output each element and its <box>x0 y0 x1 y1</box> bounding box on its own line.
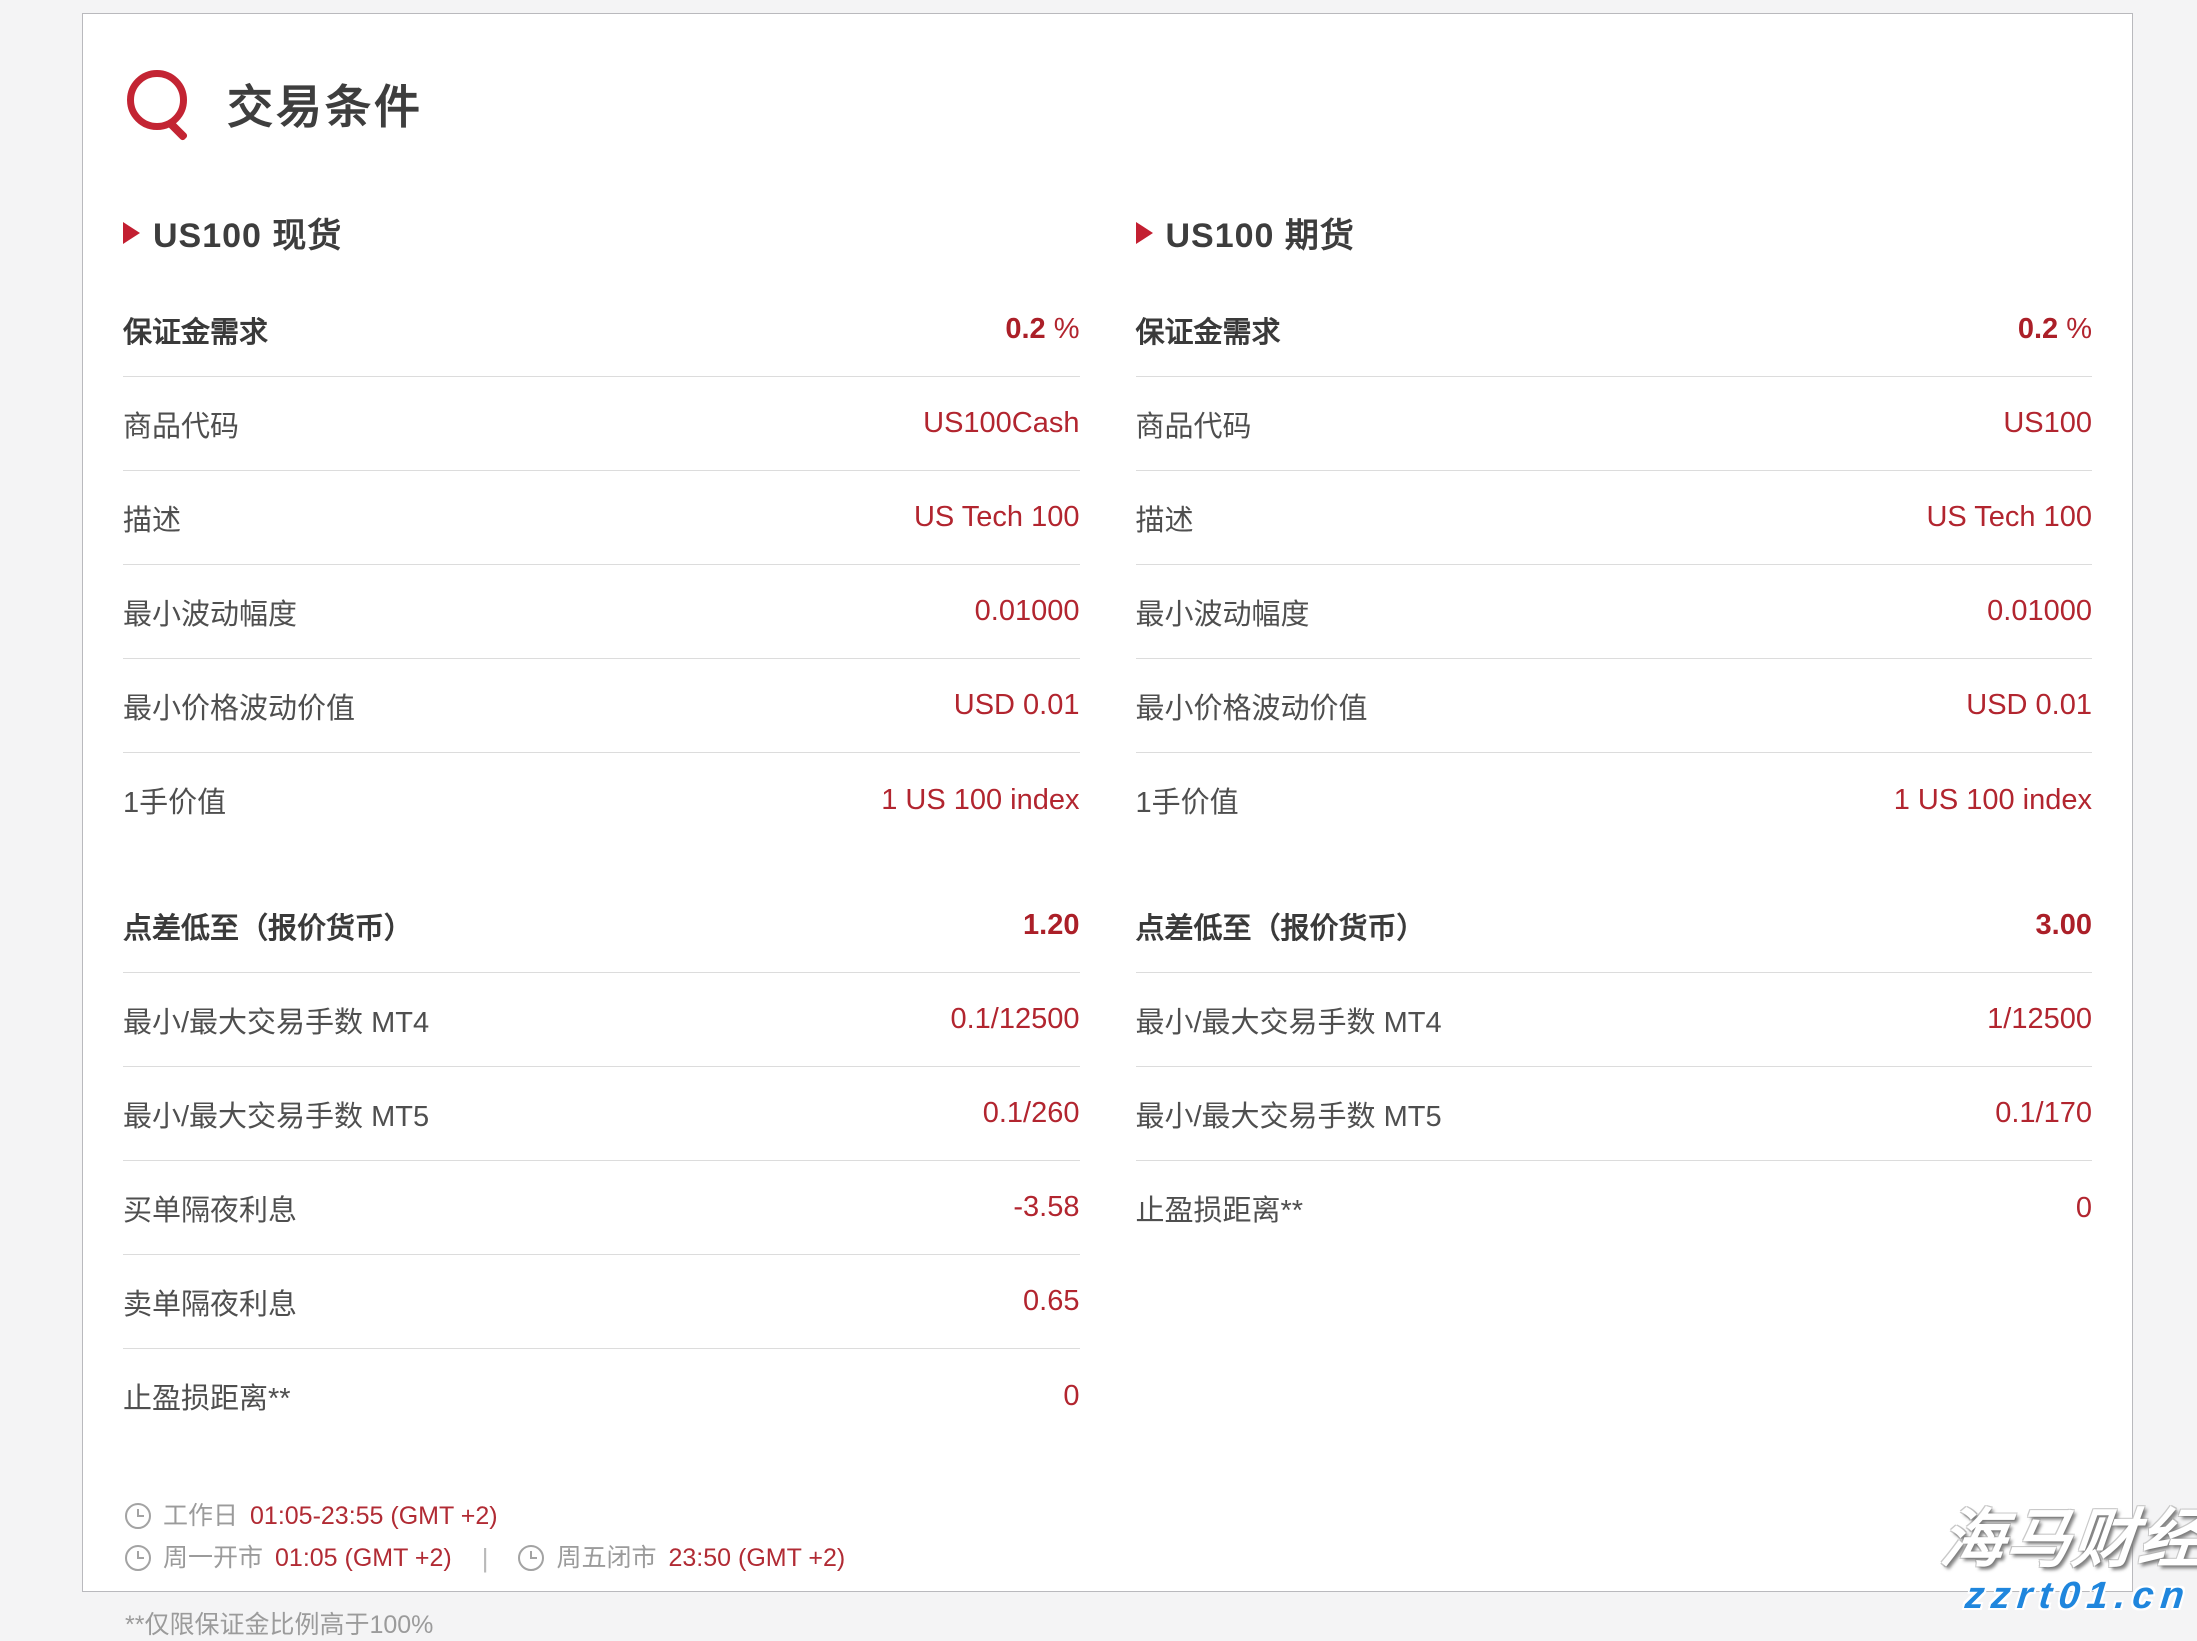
condition-label: 保证金需求 <box>1136 309 1281 351</box>
condition-label: 保证金需求 <box>123 309 268 351</box>
condition-value: US100 <box>2003 407 2092 440</box>
condition-value: US Tech 100 <box>1926 501 2092 534</box>
condition-value: 0.01000 <box>975 595 1080 628</box>
condition-group: 点差低至（报价货币） 3.00 最小/最大交易手数 MT4 1/12500 最小… <box>1136 879 2093 1255</box>
condition-group: 点差低至（报价货币） 1.20 最小/最大交易手数 MT4 0.1/12500 … <box>123 879 1080 1443</box>
triangle-right-icon <box>1136 222 1153 244</box>
condition-row: 最小/最大交易手数 MT4 1/12500 <box>1136 973 2093 1067</box>
condition-row: 最小/最大交易手数 MT5 0.1/170 <box>1136 1067 2093 1161</box>
condition-label: 买单隔夜利息 <box>123 1187 297 1229</box>
condition-label: 最小价格波动价值 <box>1136 685 1368 727</box>
condition-label: 最小波动幅度 <box>1136 591 1310 633</box>
trading-conditions-card: 交易条件 US100 现货 保证金需求 0.2 % 商品代码 US100Cash… <box>82 13 2133 1592</box>
condition-row: 最小/最大交易手数 MT5 0.1/260 <box>123 1067 1080 1161</box>
condition-row: 1手价值 1 US 100 index <box>1136 753 2093 847</box>
condition-value: 0 <box>2076 1192 2092 1225</box>
instrument-columns: US100 现货 保证金需求 0.2 % 商品代码 US100Cash 描述 U… <box>123 208 2092 1443</box>
trading-hours-footer: 工作日 01:05-23:55 (GMT +2) 周一开市 01:05 (GMT… <box>125 1499 2092 1641</box>
page-title: 交易条件 <box>227 71 423 137</box>
condition-label: 止盈损距离** <box>1136 1187 1304 1229</box>
condition-label: 1手价值 <box>123 779 226 821</box>
condition-label: 描述 <box>1136 497 1194 539</box>
condition-row: 点差低至（报价货币） 1.20 <box>123 879 1080 973</box>
condition-label: 最小波动幅度 <box>123 591 297 633</box>
condition-row: 卖单隔夜利息 0.65 <box>123 1255 1080 1349</box>
condition-row: 点差低至（报价货币） 3.00 <box>1136 879 2093 973</box>
condition-label: 最小价格波动价值 <box>123 685 355 727</box>
instrument-column: US100 现货 保证金需求 0.2 % 商品代码 US100Cash 描述 U… <box>123 208 1080 1443</box>
condition-value: 1/12500 <box>1987 1003 2092 1036</box>
condition-label: 最小/最大交易手数 MT5 <box>1136 1093 1442 1135</box>
instrument-header: US100 现货 <box>123 208 1080 257</box>
condition-row: 描述 US Tech 100 <box>123 471 1080 565</box>
weekday-hours-line: 工作日 01:05-23:55 (GMT +2) <box>125 1499 2092 1533</box>
condition-value: 0.01000 <box>1987 595 2092 628</box>
friday-close-label: 周五闭市 <box>556 1541 656 1575</box>
condition-row: 描述 US Tech 100 <box>1136 471 2093 565</box>
condition-value: -3.58 <box>1013 1191 1079 1224</box>
condition-value: 1 US 100 index <box>881 784 1079 817</box>
weekday-hours-value: 01:05-23:55 (GMT +2) <box>250 1499 498 1533</box>
condition-row: 最小价格波动价值 USD 0.01 <box>1136 659 2093 753</box>
condition-groups: 保证金需求 0.2 % 商品代码 US100Cash 描述 US Tech 10… <box>123 283 1080 1443</box>
weekday-hours-label: 工作日 <box>163 1499 238 1533</box>
condition-row: 商品代码 US100Cash <box>123 377 1080 471</box>
condition-value: US Tech 100 <box>914 501 1080 534</box>
condition-row: 商品代码 US100 <box>1136 377 2093 471</box>
condition-row: 止盈损距离** 0 <box>1136 1161 2093 1255</box>
condition-row: 保证金需求 0.2 % <box>123 283 1080 377</box>
monday-open-label: 周一开市 <box>163 1541 263 1575</box>
condition-label: 点差低至（报价货币） <box>1136 905 1426 947</box>
condition-label: 1手价值 <box>1136 779 1239 821</box>
condition-row: 保证金需求 0.2 % <box>1136 283 2093 377</box>
condition-label: 商品代码 <box>1136 403 1252 445</box>
page-header: 交易条件 <box>125 66 2092 142</box>
hours-divider: | <box>482 1541 489 1575</box>
condition-label: 描述 <box>123 497 181 539</box>
condition-value: 3.00 <box>2036 909 2092 942</box>
condition-row: 1手价值 1 US 100 index <box>123 753 1080 847</box>
clock-icon <box>518 1545 544 1571</box>
condition-value: 0.65 <box>1023 1285 1079 1318</box>
condition-row: 最小波动幅度 0.01000 <box>1136 565 2093 659</box>
condition-label: 最小/最大交易手数 MT5 <box>123 1093 429 1135</box>
condition-value: US100Cash <box>923 407 1079 440</box>
instrument-title: US100 现货 <box>153 208 342 257</box>
clock-icon <box>125 1545 151 1571</box>
condition-value: 0.1/260 <box>983 1097 1080 1130</box>
condition-value: 0.1/170 <box>1995 1097 2092 1130</box>
instrument-header: US100 期货 <box>1136 208 2093 257</box>
monday-open-value: 01:05 (GMT +2) <box>275 1541 452 1575</box>
condition-row: 止盈损距离** 0 <box>123 1349 1080 1443</box>
condition-row: 买单隔夜利息 -3.58 <box>123 1161 1080 1255</box>
condition-label: 最小/最大交易手数 MT4 <box>1136 999 1442 1041</box>
condition-label: 商品代码 <box>123 403 239 445</box>
condition-value: 0.1/12500 <box>950 1003 1079 1036</box>
search-icon <box>125 66 197 142</box>
condition-row: 最小/最大交易手数 MT4 0.1/12500 <box>123 973 1080 1067</box>
condition-value: 1 US 100 index <box>1894 784 2092 817</box>
condition-groups: 保证金需求 0.2 % 商品代码 US100 描述 US Tech 100 最小… <box>1136 283 2093 1255</box>
triangle-right-icon <box>123 222 140 244</box>
instrument-column: US100 期货 保证金需求 0.2 % 商品代码 US100 描述 US Te… <box>1136 208 2093 1443</box>
condition-group: 保证金需求 0.2 % 商品代码 US100 描述 US Tech 100 最小… <box>1136 283 2093 847</box>
condition-row: 最小波动幅度 0.01000 <box>123 565 1080 659</box>
condition-label: 点差低至（报价货币） <box>123 905 413 947</box>
instrument-title: US100 期货 <box>1166 208 1355 257</box>
condition-label: 止盈损距离** <box>123 1375 291 1417</box>
clock-icon <box>125 1503 151 1529</box>
open-close-hours-line: 周一开市 01:05 (GMT +2) | 周五闭市 23:50 (GMT +2… <box>125 1541 2092 1575</box>
condition-value: 0 <box>1063 1380 1079 1413</box>
condition-row: 最小价格波动价值 USD 0.01 <box>123 659 1080 753</box>
condition-label: 卖单隔夜利息 <box>123 1281 297 1323</box>
condition-value: 1.20 <box>1023 909 1079 942</box>
margin-footnote: **仅限保证金比例高于100% <box>125 1605 2092 1641</box>
condition-value: USD 0.01 <box>1966 689 2092 722</box>
condition-value: 0.2 % <box>2018 313 2092 346</box>
condition-value: 0.2 % <box>1005 313 1079 346</box>
friday-close-value: 23:50 (GMT +2) <box>669 1541 846 1575</box>
condition-group: 保证金需求 0.2 % 商品代码 US100Cash 描述 US Tech 10… <box>123 283 1080 847</box>
condition-label: 最小/最大交易手数 MT4 <box>123 999 429 1041</box>
condition-value: USD 0.01 <box>954 689 1080 722</box>
